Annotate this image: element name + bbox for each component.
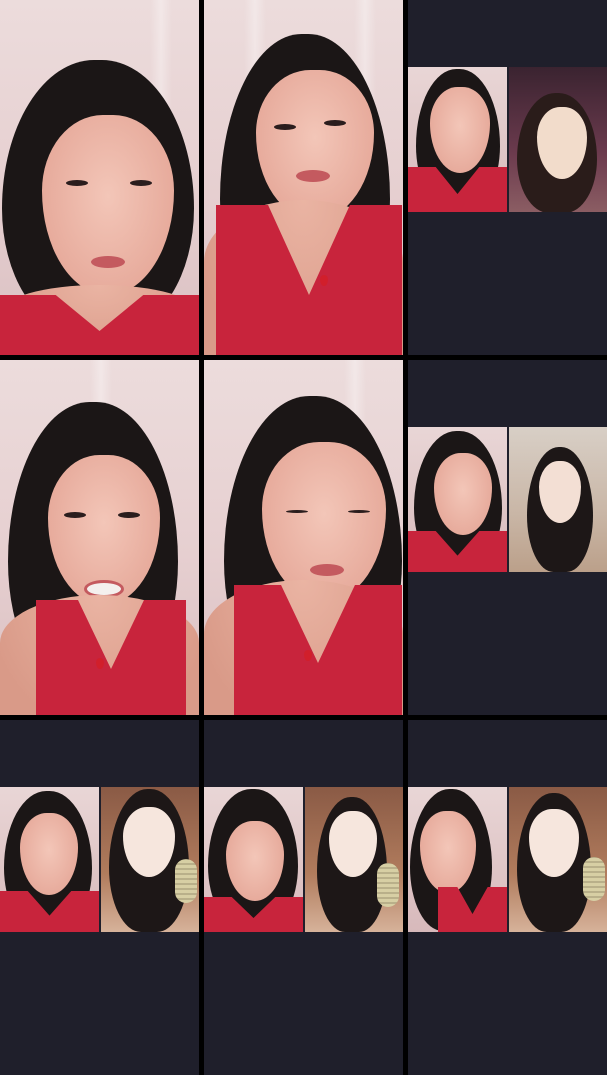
pk-host-half bbox=[408, 67, 507, 212]
video-tile-6[interactable] bbox=[408, 360, 607, 715]
pk-guest-half bbox=[508, 787, 607, 932]
microphone bbox=[582, 857, 605, 901]
lips bbox=[296, 170, 330, 182]
video-tile-9[interactable] bbox=[408, 720, 607, 1075]
pk-guest-half bbox=[508, 67, 607, 212]
eye bbox=[130, 180, 152, 186]
microphone bbox=[376, 863, 399, 907]
pk-split-view bbox=[408, 67, 607, 212]
eye bbox=[274, 124, 296, 130]
pk-host-half bbox=[204, 787, 303, 932]
eye bbox=[118, 512, 140, 518]
video-tile-2[interactable] bbox=[204, 0, 403, 355]
eye bbox=[66, 180, 88, 186]
lips bbox=[310, 564, 344, 576]
pk-split-view bbox=[204, 787, 403, 932]
pk-guest-half bbox=[304, 787, 403, 932]
video-frame bbox=[0, 360, 199, 715]
video-frame bbox=[204, 0, 403, 355]
video-frame bbox=[0, 0, 199, 355]
pk-guest-half bbox=[100, 787, 199, 932]
pk-split-view bbox=[408, 427, 607, 572]
eye bbox=[324, 120, 346, 126]
video-grid bbox=[0, 0, 607, 1075]
video-tile-7[interactable] bbox=[0, 720, 199, 1075]
eye bbox=[64, 512, 86, 518]
video-tile-4[interactable] bbox=[0, 360, 199, 715]
closed-eye bbox=[348, 510, 370, 513]
video-frame bbox=[204, 360, 403, 715]
pk-guest-half bbox=[508, 427, 607, 572]
video-tile-8[interactable] bbox=[204, 720, 403, 1075]
video-tile-5[interactable] bbox=[204, 360, 403, 715]
pk-split-view bbox=[0, 787, 199, 932]
pk-host-half bbox=[408, 787, 507, 932]
pk-split-view bbox=[408, 787, 607, 932]
pk-host-half bbox=[0, 787, 99, 932]
pk-host-half bbox=[408, 427, 507, 572]
microphone bbox=[174, 859, 197, 903]
lips bbox=[91, 256, 125, 268]
video-tile-3[interactable] bbox=[408, 0, 607, 355]
closed-eye bbox=[286, 510, 308, 513]
video-tile-1[interactable] bbox=[0, 0, 199, 355]
